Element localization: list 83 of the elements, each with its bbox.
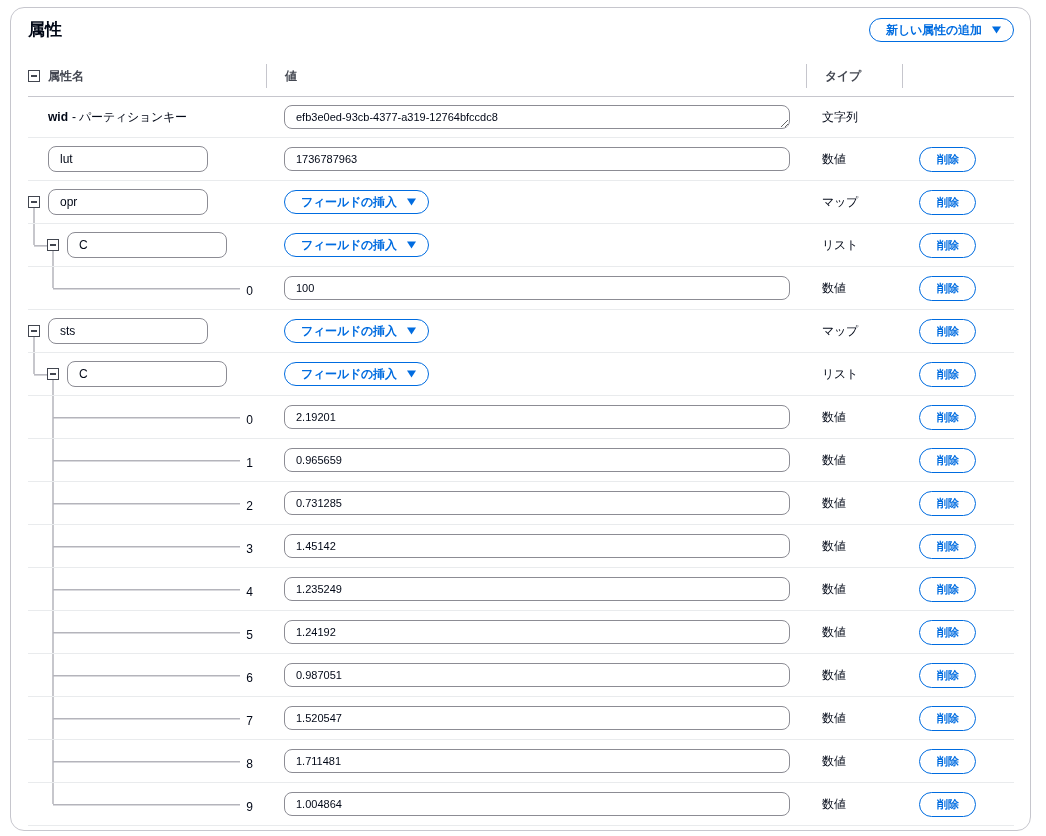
value-field[interactable]: 1736787963: [284, 147, 790, 171]
delete-button[interactable]: 削除: [919, 662, 976, 688]
type-label: 数値: [821, 580, 847, 598]
type-label: 数値: [821, 537, 847, 555]
partition-key-label: - パーティションキー: [72, 109, 188, 125]
delete-button[interactable]: 削除: [919, 447, 976, 473]
delete-button[interactable]: 削除: [919, 791, 976, 817]
attribute-name-field[interactable]: C: [67, 361, 227, 387]
caret-down-icon: [407, 198, 416, 206]
value-field[interactable]: 1.235249: [284, 577, 790, 601]
panel-title: 属性: [28, 19, 62, 41]
value-field[interactable]: 0.987051: [284, 663, 790, 687]
delete-button[interactable]: 削除: [919, 232, 976, 258]
insert-field-button[interactable]: フィールドの挿入: [284, 362, 429, 386]
type-label: 数値: [821, 279, 847, 297]
delete-button[interactable]: 削除: [919, 576, 976, 602]
add-attribute-button[interactable]: 新しい属性の追加: [869, 18, 1014, 42]
collapse-all-toggle[interactable]: [28, 70, 40, 82]
value-field[interactable]: 1.24192: [284, 620, 790, 644]
value-field[interactable]: 1.711481: [284, 749, 790, 773]
delete-button[interactable]: 削除: [919, 490, 976, 516]
list-index: 5: [246, 628, 253, 642]
insert-field-button[interactable]: フィールドの挿入: [284, 190, 429, 214]
delete-button[interactable]: 削除: [919, 619, 976, 645]
attribute-name-field[interactable]: sts: [48, 318, 208, 344]
delete-button[interactable]: 削除: [919, 318, 976, 344]
column-header: 属性名: [48, 67, 84, 85]
list-index: 2: [246, 499, 253, 513]
collapse-toggle[interactable]: [47, 239, 59, 251]
delete-button[interactable]: 削除: [919, 146, 976, 172]
delete-button[interactable]: 削除: [919, 533, 976, 559]
value-field[interactable]: efb3e0ed-93cb-4377-a319-12764bfccdc8: [284, 105, 790, 129]
list-index: 6: [246, 671, 253, 685]
type-label: 数値: [821, 666, 847, 684]
value-field[interactable]: 1.520547: [284, 706, 790, 730]
caret-down-icon: [407, 241, 416, 249]
type-label: 数値: [821, 623, 847, 641]
list-index: 9: [246, 800, 253, 814]
attribute-name: wid: [48, 110, 68, 124]
collapse-toggle[interactable]: [47, 368, 59, 380]
value-field[interactable]: 1.45142: [284, 534, 790, 558]
value-field[interactable]: 2.19201: [284, 405, 790, 429]
type-label: 数値: [821, 752, 847, 770]
value-field[interactable]: 1.004864: [284, 792, 790, 816]
value-field[interactable]: 0.731285: [284, 491, 790, 515]
type-label: 数値: [821, 150, 847, 168]
attribute-name-field[interactable]: C: [67, 232, 227, 258]
attribute-name-field[interactable]: opr: [48, 189, 208, 215]
list-index: 1: [246, 456, 253, 470]
list-index: 4: [246, 585, 253, 599]
value-field[interactable]: 0.965659: [284, 448, 790, 472]
delete-button[interactable]: 削除: [919, 361, 976, 387]
list-index: 3: [246, 542, 253, 556]
value-field[interactable]: 100: [284, 276, 790, 300]
type-label: 数値: [821, 494, 847, 512]
list-index: 8: [246, 757, 253, 771]
type-label: 文字列: [821, 108, 859, 126]
delete-button[interactable]: 削除: [919, 275, 976, 301]
column-header: 値: [285, 67, 297, 85]
delete-button[interactable]: 削除: [919, 705, 976, 731]
type-label: リスト: [821, 236, 859, 254]
attribute-name-field[interactable]: lut: [48, 146, 208, 172]
type-label: 数値: [821, 408, 847, 426]
collapse-toggle[interactable]: [28, 325, 40, 337]
list-index: 0: [246, 284, 253, 298]
insert-field-button[interactable]: フィールドの挿入: [284, 233, 429, 257]
delete-button[interactable]: 削除: [919, 189, 976, 215]
column-header: タイプ: [825, 67, 861, 85]
delete-button[interactable]: 削除: [919, 748, 976, 774]
list-index: 7: [246, 714, 253, 728]
type-label: マップ: [821, 322, 860, 340]
insert-field-button[interactable]: フィールドの挿入: [284, 319, 429, 343]
caret-down-icon: [407, 327, 416, 335]
caret-down-icon: [407, 370, 416, 378]
list-index: 0: [246, 413, 253, 427]
type-label: 数値: [821, 451, 847, 469]
delete-button[interactable]: 削除: [919, 404, 976, 430]
collapse-toggle[interactable]: [28, 196, 40, 208]
type-label: マップ: [821, 193, 860, 211]
caret-down-icon: [992, 26, 1001, 34]
type-label: 数値: [821, 709, 847, 727]
type-label: 数値: [821, 795, 847, 813]
type-label: リスト: [821, 365, 859, 383]
